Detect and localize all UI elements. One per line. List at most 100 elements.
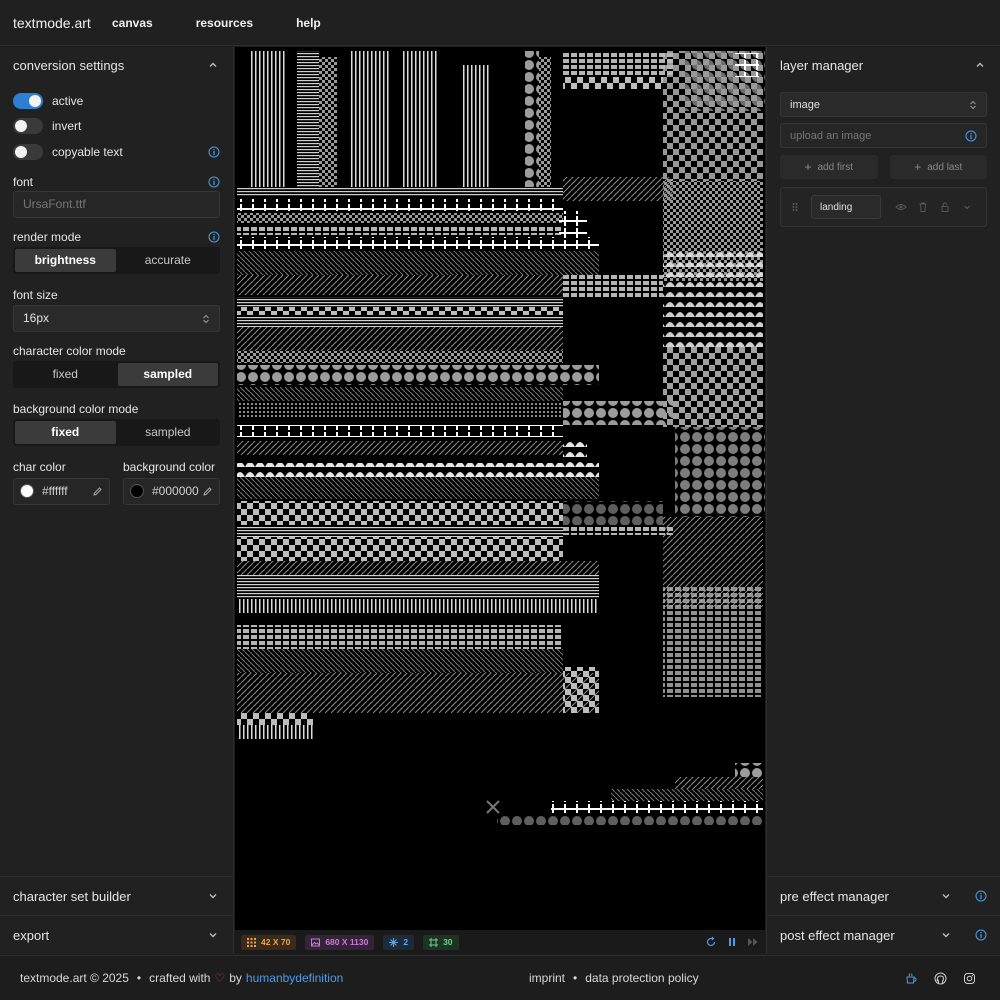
chevron-up-icon[interactable] bbox=[206, 58, 220, 72]
lock-icon[interactable] bbox=[939, 201, 951, 213]
chevron-down-icon[interactable] bbox=[939, 889, 953, 903]
char-color-label: char color bbox=[13, 459, 66, 474]
info-icon[interactable] bbox=[975, 929, 987, 941]
render-mode-segmented: brightness accurate bbox=[13, 246, 220, 274]
image-size-value: 680 X 1130 bbox=[325, 937, 369, 947]
char-color-input[interactable]: #ffffff bbox=[13, 477, 110, 505]
color-row: char color #ffffff background color #000… bbox=[0, 460, 233, 505]
render-mode-brightness[interactable]: brightness bbox=[15, 248, 116, 272]
footer-links: imprint • data protection policy bbox=[529, 971, 699, 985]
add-first-button[interactable]: + add first bbox=[780, 155, 878, 179]
status-bar: 42 X 70 680 X 1130 2 30 bbox=[235, 930, 765, 954]
pause-icon[interactable] bbox=[726, 936, 738, 948]
github-icon[interactable] bbox=[934, 972, 947, 985]
conversion-settings-title: conversion settings bbox=[13, 57, 125, 73]
by-text: by bbox=[229, 971, 242, 985]
plus-icon: + bbox=[914, 160, 922, 174]
info-icon[interactable] bbox=[965, 130, 977, 142]
upload-image-input[interactable]: upload an image bbox=[780, 123, 987, 148]
bg-color-mode-sampled[interactable]: sampled bbox=[118, 421, 219, 444]
layers-badge: 2 bbox=[383, 934, 415, 950]
ascii-art-render bbox=[235, 47, 765, 930]
refresh-icon[interactable] bbox=[705, 936, 717, 948]
chevron-down-icon[interactable] bbox=[206, 889, 220, 903]
app-header: textmode.art canvas resources help bbox=[0, 0, 1000, 46]
grid-size-value: 42 X 70 bbox=[261, 937, 291, 947]
conversion-settings-panel: conversion settings active invert copyab… bbox=[0, 47, 234, 954]
add-last-label: add last bbox=[927, 161, 963, 173]
font-size-label-row: font size bbox=[0, 288, 233, 302]
render-mode-label: render mode bbox=[13, 229, 82, 244]
app-footer: textmode.art © 2025 • crafted with ♡ by … bbox=[0, 955, 1000, 1000]
updown-icon bbox=[202, 313, 210, 324]
pre-effect-manager-section[interactable]: pre effect manager bbox=[767, 876, 1000, 915]
coffee-icon[interactable] bbox=[905, 972, 918, 985]
render-mode-accurate[interactable]: accurate bbox=[118, 249, 219, 272]
imprint-link[interactable]: imprint bbox=[529, 971, 565, 985]
layer-manager-panel: layer manager image upload an image + ad… bbox=[766, 47, 1000, 954]
frame-icon bbox=[429, 937, 439, 947]
chevron-down-icon[interactable] bbox=[206, 928, 220, 942]
crafted-text: crafted with bbox=[149, 971, 211, 985]
ascii-canvas[interactable] bbox=[235, 47, 765, 930]
add-last-button[interactable]: + add last bbox=[889, 155, 987, 179]
bg-color-label: background color bbox=[123, 459, 216, 474]
info-icon[interactable] bbox=[208, 231, 220, 243]
font-size-select[interactable]: 16px bbox=[13, 304, 220, 332]
bg-color-mode-fixed[interactable]: fixed bbox=[15, 420, 116, 444]
brand-logo[interactable]: textmode.art bbox=[13, 15, 112, 31]
layer-manager-header[interactable]: layer manager bbox=[767, 47, 1000, 83]
step-forward-icon[interactable] bbox=[747, 936, 759, 948]
bg-color-input[interactable]: #000000 bbox=[123, 477, 220, 505]
invert-switch[interactable] bbox=[13, 118, 43, 135]
menu-canvas[interactable]: canvas bbox=[112, 16, 153, 30]
footer-social bbox=[905, 972, 976, 985]
chevron-up-icon[interactable] bbox=[973, 58, 987, 72]
author-link[interactable]: humanbydefinition bbox=[246, 971, 343, 985]
char-color-mode-sampled[interactable]: sampled bbox=[117, 362, 218, 386]
active-switch[interactable] bbox=[13, 92, 43, 109]
info-icon[interactable] bbox=[975, 890, 987, 902]
eye-icon[interactable] bbox=[895, 201, 907, 213]
font-input[interactable]: UrsaFont.ttf bbox=[13, 190, 220, 218]
instagram-icon[interactable] bbox=[963, 972, 976, 985]
bg-color-value: #000000 bbox=[152, 484, 199, 498]
trash-icon[interactable] bbox=[917, 201, 929, 213]
privacy-link[interactable]: data protection policy bbox=[585, 971, 698, 985]
render-mode-label-row: render mode bbox=[0, 230, 233, 244]
char-color-group: char color #ffffff bbox=[13, 460, 110, 505]
upload-placeholder: upload an image bbox=[790, 129, 872, 142]
copyable-text-label: copyable text bbox=[52, 144, 123, 159]
toggle-row-active: active bbox=[0, 88, 233, 114]
font-size-label: font size bbox=[13, 287, 58, 302]
copyright: textmode.art © 2025 bbox=[20, 971, 129, 985]
conversion-settings-header[interactable]: conversion settings bbox=[0, 47, 233, 83]
menu-help[interactable]: help bbox=[296, 16, 321, 30]
post-effect-manager-section[interactable]: post effect manager bbox=[767, 915, 1000, 954]
info-icon[interactable] bbox=[208, 176, 220, 188]
char-set-builder-section[interactable]: character set builder bbox=[0, 876, 233, 915]
layers-icon bbox=[389, 937, 399, 947]
pencil-icon[interactable] bbox=[202, 486, 213, 497]
pencil-icon[interactable] bbox=[92, 486, 103, 497]
add-first-label: add first bbox=[817, 161, 854, 173]
chevron-down-icon[interactable] bbox=[961, 201, 973, 213]
bg-color-mode-label-row: background color mode bbox=[0, 402, 233, 416]
bg-color-swatch[interactable] bbox=[130, 484, 144, 498]
copyable-text-switch[interactable] bbox=[13, 143, 43, 160]
menu-resources[interactable]: resources bbox=[196, 16, 253, 30]
char-color-swatch[interactable] bbox=[20, 484, 34, 498]
char-color-mode-label-row: character color mode bbox=[0, 344, 233, 358]
toggle-row-invert: invert bbox=[0, 114, 233, 140]
char-color-mode-fixed[interactable]: fixed bbox=[15, 363, 116, 386]
font-label: font bbox=[13, 174, 34, 189]
layer-type-select[interactable]: image bbox=[780, 92, 987, 117]
grid-icon bbox=[247, 937, 256, 947]
char-color-mode-label: character color mode bbox=[13, 343, 126, 358]
drag-handle-icon[interactable] bbox=[789, 201, 801, 213]
chevron-down-icon[interactable] bbox=[939, 928, 953, 942]
info-icon[interactable] bbox=[208, 146, 220, 158]
export-section[interactable]: export bbox=[0, 915, 233, 954]
layer-name-input[interactable]: landing bbox=[811, 195, 881, 219]
invert-label: invert bbox=[52, 119, 82, 134]
